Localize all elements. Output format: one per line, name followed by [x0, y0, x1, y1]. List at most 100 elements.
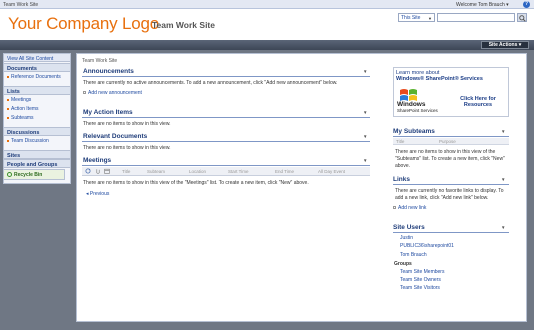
site-group-link[interactable]: Team Site Visitors: [400, 285, 440, 291]
quick-launch-item-label: Subteams: [11, 115, 34, 121]
quick-launch-item-team-discussion[interactable]: Team Discussion: [7, 138, 49, 144]
meetings-column-header[interactable]: Subteam: [147, 169, 165, 174]
banner-logo-subtext: SharePoint Services: [397, 108, 438, 113]
web-part-rule: [82, 141, 370, 142]
site-group-link[interactable]: Team Site Members: [400, 269, 444, 275]
announcements-title[interactable]: Announcements: [83, 68, 134, 75]
meetings-column-header[interactable]: Title: [122, 169, 130, 174]
site-user-link[interactable]: PUBLIC36\sharepoint01: [400, 243, 454, 249]
welcome-menu[interactable]: Welcome Tom Brauch ▾: [456, 2, 509, 8]
web-part-menu-icon[interactable]: ▼: [501, 177, 505, 182]
recycle-icon: [7, 172, 12, 178]
quick-launch: View All Site Content Documents Referenc…: [3, 53, 71, 184]
windows-sharepoint-logo: Windows SharePoint Services: [396, 85, 438, 115]
site-title[interactable]: Team Work Site: [152, 20, 215, 30]
page-breadcrumb: Team Work Site: [82, 58, 118, 64]
quick-launch-item-label: Reference Documents: [11, 74, 61, 80]
site-actions-menu[interactable]: Site Actions ▾: [481, 41, 529, 49]
quick-launch-heading-discussions[interactable]: Discussions: [4, 127, 70, 136]
global-top-bar: Team Work Site Welcome Tom Brauch ▾ ?: [0, 0, 534, 9]
recurrence-icon: [104, 168, 110, 174]
relevant-documents-title[interactable]: Relevant Documents: [83, 133, 147, 140]
web-part-rule: [82, 76, 370, 77]
quick-launch-heading-documents[interactable]: Documents: [4, 63, 70, 72]
quick-launch-item-reference-documents[interactable]: Reference Documents: [7, 74, 61, 80]
links-title[interactable]: Links: [393, 176, 410, 183]
meetings-column-header[interactable]: Location: [189, 169, 206, 174]
bullet-icon: [7, 98, 9, 101]
relevant-documents-empty-text: There are no items to show in this view.: [83, 145, 171, 151]
web-part-menu-icon[interactable]: ▼: [501, 225, 505, 230]
action-items-empty-text: There are no items to show in this view.: [83, 121, 171, 127]
quick-launch-heading-people-and-groups[interactable]: People and Groups: [4, 159, 70, 168]
web-part-menu-icon[interactable]: ▼: [363, 110, 367, 115]
add-icon: [393, 206, 396, 210]
quick-launch-item-action-items[interactable]: Action Items: [7, 106, 39, 112]
groups-heading: Groups: [394, 261, 412, 267]
top-navigation-bar: [0, 40, 534, 50]
sharepoint-resources-banner[interactable]: Learn more about Windows® SharePoint® Se…: [393, 67, 509, 117]
subteams-column-header[interactable]: Title: [396, 139, 404, 144]
web-part-rule: [82, 165, 370, 166]
previous-link[interactable]: ◂ Previous: [86, 191, 109, 197]
add-announcement-link[interactable]: Add new announcement: [83, 90, 142, 96]
quick-launch-item-label: Team Discussion: [11, 138, 49, 144]
global-breadcrumb[interactable]: Team Work Site: [3, 2, 38, 8]
previous-label: Previous: [89, 191, 110, 197]
quick-launch-item-label: Meetings: [11, 97, 32, 103]
web-part-rule: [82, 117, 370, 118]
site-users-title[interactable]: Site Users: [393, 224, 425, 231]
quick-launch-item-label: Action Items: [11, 106, 39, 112]
web-part-menu-icon[interactable]: ▼: [501, 129, 505, 134]
quick-launch-item-meetings[interactable]: Meetings: [7, 97, 31, 103]
banner-product-text: Windows® SharePoint® Services: [396, 76, 483, 82]
subteams-list-header: Title Purpose: [393, 138, 509, 145]
bullet-icon: [7, 139, 9, 142]
recycle-bin-link[interactable]: Recycle Bin: [3, 169, 65, 180]
search-scope-value: This Site: [401, 15, 421, 21]
subteams-title[interactable]: My Subteams: [393, 128, 435, 135]
add-announcement-label: Add new announcement: [88, 90, 142, 96]
site-user-link[interactable]: Tom Brauch: [400, 252, 427, 258]
meetings-column-header[interactable]: End Time: [275, 169, 294, 174]
web-part-menu-icon[interactable]: ▼: [363, 69, 367, 74]
quick-launch-heading-lists[interactable]: Lists: [4, 86, 70, 95]
announcements-empty-text: There are currently no active announceme…: [83, 80, 338, 86]
web-part-rule: [393, 184, 509, 185]
banner-logo-text: Windows: [397, 101, 426, 108]
web-part-menu-icon[interactable]: ▼: [363, 134, 367, 139]
add-icon: [83, 91, 86, 95]
bullet-icon: [7, 75, 9, 78]
search-button[interactable]: [517, 13, 527, 22]
view-all-site-content-link[interactable]: View All Site Content: [4, 54, 70, 62]
web-part-menu-icon[interactable]: ▼: [363, 158, 367, 163]
meetings-empty-text: There are no items to show in this view …: [83, 180, 309, 186]
meetings-column-header[interactable]: Start Time: [228, 169, 249, 174]
bullet-icon: [7, 107, 9, 110]
web-part-rule: [393, 136, 509, 137]
add-link-label: Add new link: [398, 205, 427, 211]
company-logo[interactable]: Your Company Logo: [8, 14, 159, 34]
subteams-empty-text: There are no items to show in this view …: [395, 149, 505, 169]
search-icon: [518, 14, 526, 22]
meetings-title[interactable]: Meetings: [83, 157, 111, 164]
refresh-icon[interactable]: [85, 168, 91, 174]
bullet-icon: [7, 116, 9, 119]
add-link-link[interactable]: Add new link: [393, 205, 426, 211]
quick-launch-heading-sites[interactable]: Sites: [4, 150, 70, 159]
search-scope-select[interactable]: This Site ▼: [398, 13, 435, 22]
chevron-down-icon: ▼: [428, 16, 432, 21]
links-empty-text: There are currently no favorite links to…: [395, 188, 504, 201]
action-items-title[interactable]: My Action Items: [83, 109, 133, 116]
help-icon[interactable]: ?: [523, 0, 530, 8]
meetings-list-header: Title Subteam Location Start Time End Ti…: [82, 167, 370, 176]
attachment-icon: [96, 169, 100, 174]
web-part-rule: [393, 232, 509, 233]
subteams-column-header[interactable]: Purpose: [439, 139, 456, 144]
meetings-column-header[interactable]: All Day Event: [318, 169, 345, 174]
quick-launch-item-subteams[interactable]: Subteams: [7, 115, 34, 121]
site-user-link[interactable]: Justin: [400, 235, 413, 241]
search-input[interactable]: [437, 13, 515, 22]
banner-cta[interactable]: Click Here for Resources: [452, 96, 504, 108]
site-group-link[interactable]: Team Site Owners: [400, 277, 441, 283]
